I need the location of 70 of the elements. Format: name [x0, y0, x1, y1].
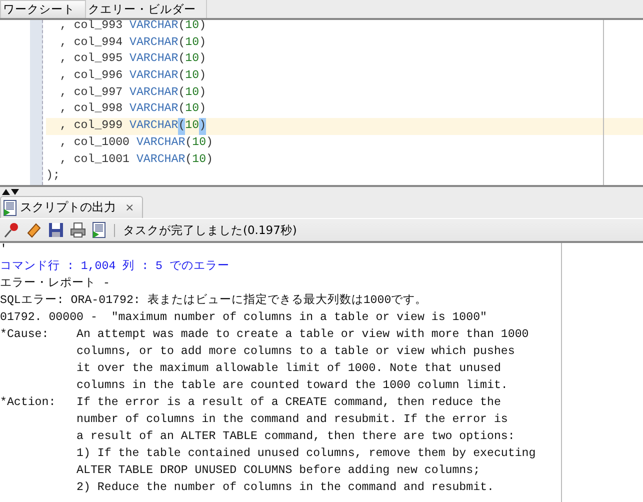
matched-bracket: )	[199, 118, 206, 135]
code-text: , col_994	[58, 34, 124, 51]
code-text: , col_999	[58, 118, 124, 134]
code-keyword: VARCHAR	[136, 152, 186, 168]
code-text: (	[178, 51, 186, 68]
code-number: 10	[185, 118, 200, 134]
code-text: (	[185, 134, 192, 151]
tab[interactable]: スクリプトの出力 ×	[0, 196, 144, 218]
close-icon[interactable]: ×	[125, 201, 134, 214]
code-number: 10	[185, 20, 200, 34]
code-keyword: VARCHAR	[130, 118, 178, 134]
output-text: a result of an ALTER TABLE command, then there are two options:	[76, 429, 516, 445]
output-text: ALTER TABLE DROP UNUSED COLUMNS before adding new columns;	[76, 463, 482, 479]
save-icon[interactable]	[48, 222, 64, 238]
tab[interactable]: ワークシート	[0, 0, 86, 18]
eraser-icon[interactable]	[26, 222, 42, 238]
print-icon[interactable]	[70, 222, 86, 238]
output-text: SQLエラー: ORA-01792: 表またはビューに指定できる最大列数は1000です。	[0, 292, 428, 309]
output-text: 01792. 00000 - "maximum number of columns in a table or view is 1000"	[0, 310, 488, 326]
pin-icon[interactable]	[4, 222, 20, 238]
code-number: 10	[192, 152, 206, 168]
error-location-text: コマンド行 : 1,004 列 : 5 でのエラー	[0, 258, 230, 275]
code-text: , col_997	[58, 84, 124, 101]
code-number: 10	[192, 134, 206, 151]
code-number: 10	[185, 34, 200, 51]
code-number: 10	[185, 51, 200, 68]
code-text: )	[199, 51, 206, 68]
output-text: エラー・レポート -	[0, 276, 111, 292]
code-text: (	[178, 101, 186, 118]
code-text: )	[199, 68, 206, 84]
output-text: *Cause: An attempt was made to create a table or view with more than 1000	[0, 327, 530, 343]
output-text: number of columns in the command and resubmit. If the error is	[76, 412, 509, 428]
code-text: );	[46, 168, 60, 184]
code-keyword: VARCHAR	[130, 84, 178, 101]
code-number: 10	[185, 84, 200, 101]
code-number: 10	[185, 68, 200, 84]
output-text: '	[0, 243, 8, 258]
code-text: )	[206, 134, 214, 151]
code-keyword: VARCHAR	[130, 20, 178, 34]
output-text: 1) If the table contained unused columns, remove them by executing	[76, 446, 537, 462]
code-keyword: VARCHAR	[130, 68, 178, 84]
code-number: 10	[185, 101, 200, 118]
output-text: columns in the table are counted toward the 1000 column limit.	[76, 378, 509, 394]
code-text: , col_996	[58, 68, 124, 84]
code-keyword: VARCHAR	[130, 101, 178, 118]
code-text: (	[178, 34, 186, 51]
script-document-icon	[3, 200, 17, 216]
code-text: )	[206, 152, 214, 168]
code-text: , col_1000	[58, 134, 130, 151]
code-text: )	[199, 101, 206, 118]
code-text: (	[185, 152, 192, 168]
code-text: , col_995	[58, 51, 124, 68]
script-document-icon[interactable]	[92, 222, 106, 238]
tab[interactable]: クエリー・ビルダー	[86, 0, 207, 18]
code-keyword: VARCHAR	[130, 51, 178, 68]
code-text: (	[178, 68, 186, 84]
status-text: タスクが完了しました(0.197秒)	[123, 222, 297, 238]
matched-bracket: (	[178, 118, 186, 135]
code-text: (	[178, 84, 186, 101]
output-text: it over the maximum allowable limit of 1000. Note that unused	[76, 361, 502, 377]
code-text: )	[199, 84, 206, 101]
code-keyword: VARCHAR	[130, 34, 178, 51]
code-keyword: VARCHAR	[136, 134, 186, 151]
code-text: , col_998	[58, 101, 124, 118]
output-text: *Action: If the error is a result of a CREATE command, then reduce the	[0, 395, 502, 411]
output-text: 2) Reduce the number of columns in the command and resubmit.	[76, 480, 495, 496]
code-text: , col_1001	[58, 152, 130, 168]
output-text: columns, or to add more columns to a table or view which pushes	[76, 344, 516, 360]
code-text: )	[199, 34, 206, 51]
collapse-arrows-icon[interactable]	[2, 189, 20, 195]
